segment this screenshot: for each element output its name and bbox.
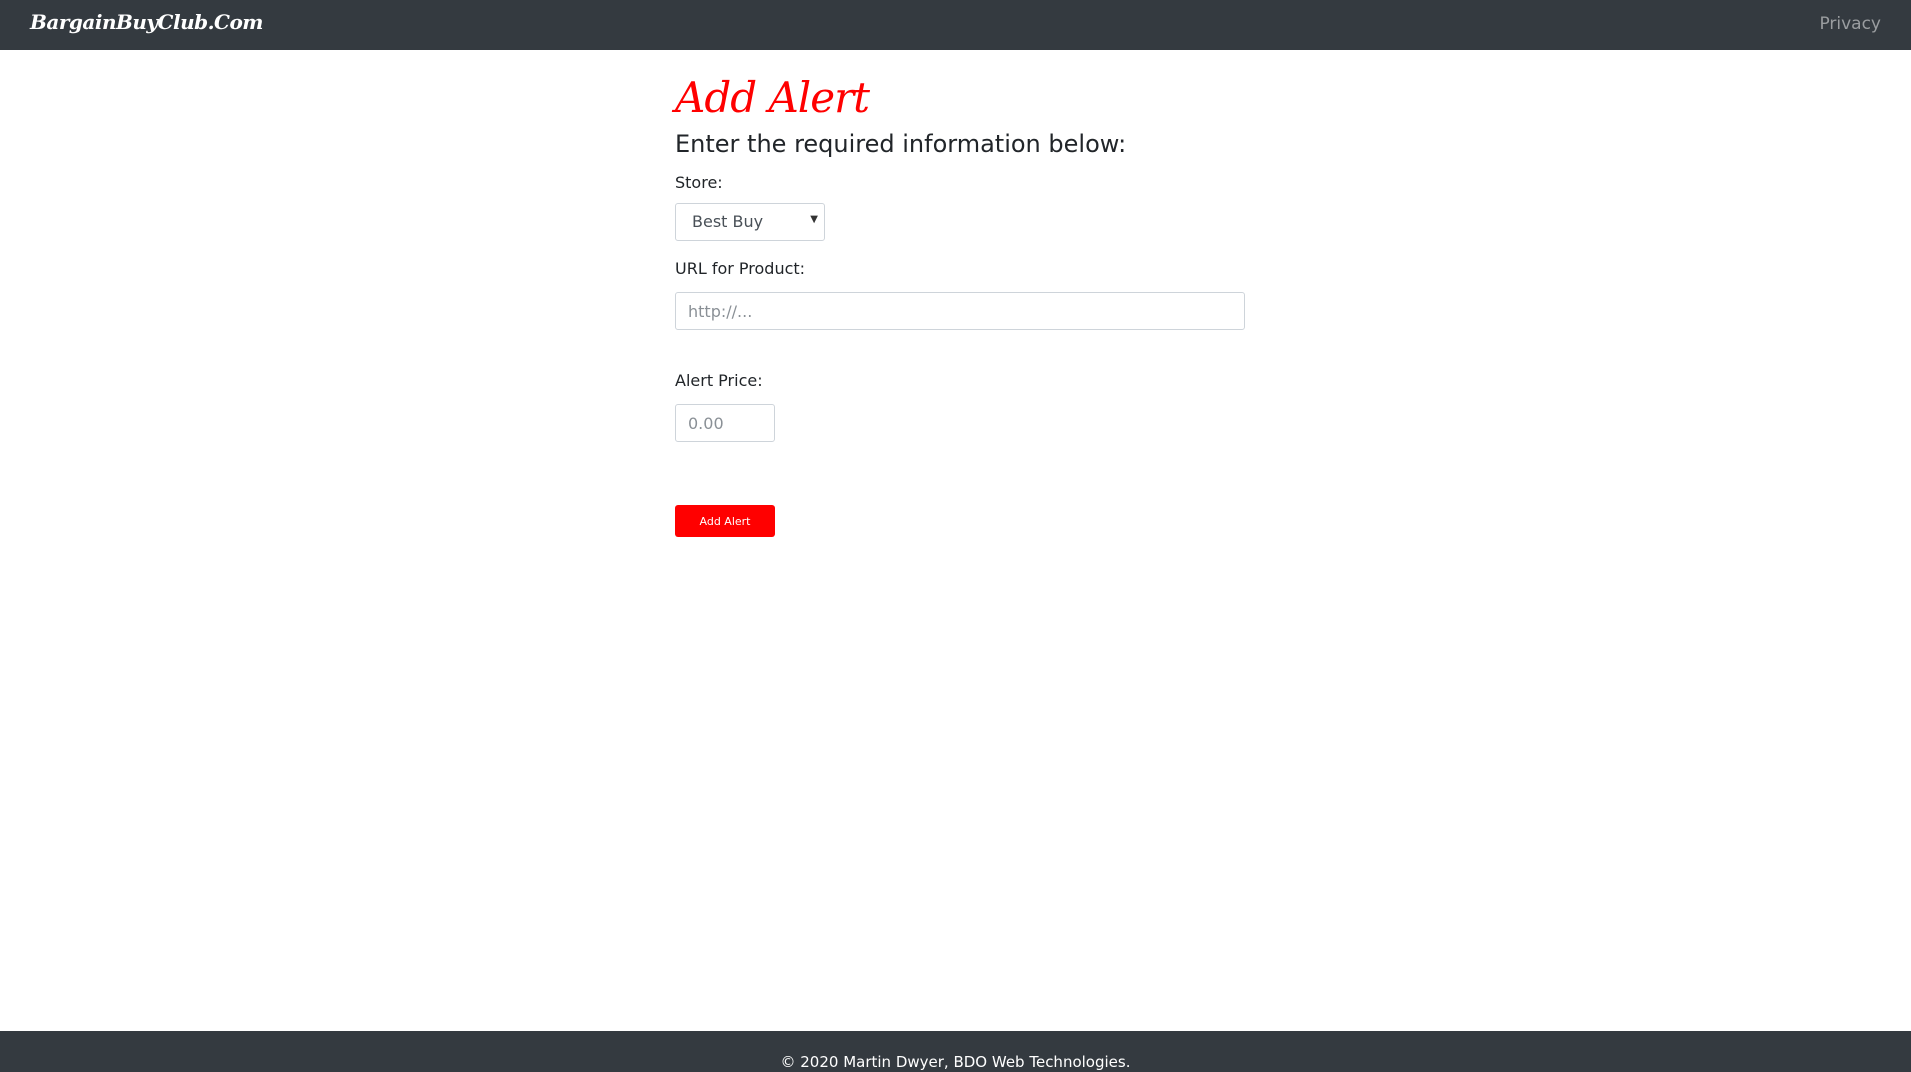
footer: © 2020 Martin Dwyer, BDO Web Technologie…: [0, 1031, 1911, 1072]
page-title: Add Alert: [675, 73, 870, 122]
store-label: Store:: [675, 173, 723, 192]
add-alert-form: Add Alert Enter the required information…: [675, 70, 1275, 537]
nav-link-privacy[interactable]: Privacy: [1819, 14, 1881, 34]
copyright-text: © 2020 Martin Dwyer, BDO Web Technologie…: [780, 1053, 1131, 1071]
add-alert-button[interactable]: Add Alert: [675, 505, 775, 537]
alert-price-label: Alert Price:: [675, 371, 763, 390]
brand-logo-link[interactable]: BargainBuyClub.Com: [30, 10, 263, 34]
store-select[interactable]: Best Buy ▼: [675, 203, 825, 241]
url-label: URL for Product:: [675, 259, 806, 278]
form-instructions: Enter the required information below:: [675, 130, 1127, 158]
page: BargainBuyClub.Com Privacy Add Alert Ent…: [0, 0, 1911, 1072]
top-navbar: BargainBuyClub.Com Privacy: [0, 0, 1911, 50]
chevron-down-icon: ▼: [810, 214, 818, 225]
product-url-input[interactable]: [675, 292, 1245, 330]
alert-price-input[interactable]: [675, 404, 775, 442]
store-select-value: Best Buy: [692, 212, 764, 231]
